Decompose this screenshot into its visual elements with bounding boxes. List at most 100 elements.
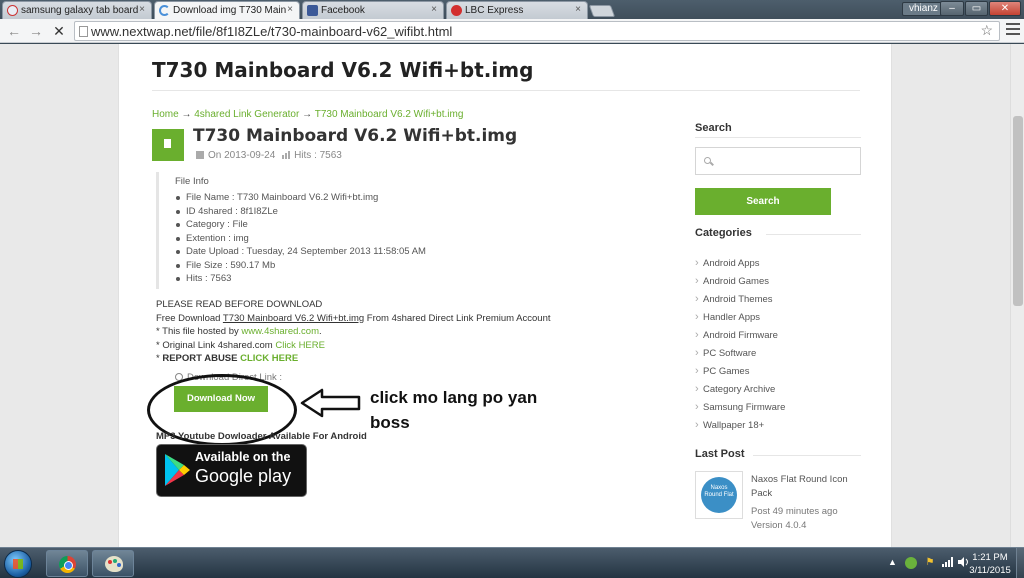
search-favicon-icon	[7, 5, 18, 16]
search-button[interactable]: Search	[695, 188, 831, 215]
notice-line: * This file hosted by www.4shared.com.	[156, 325, 551, 339]
breadcrumb-separator: →	[178, 109, 195, 120]
tab-facebook[interactable]: Facebook ×	[302, 1, 444, 19]
url-text: www.nextwap.net/file/8f1I8ZLe/t730-mainb…	[91, 24, 453, 39]
window-user-badge: vhianz	[902, 2, 945, 16]
annotation-text: click mo lang po yan boss	[370, 385, 537, 435]
lbc-icon	[451, 5, 462, 16]
category-item[interactable]: Android Apps	[695, 256, 785, 275]
calendar-icon	[196, 151, 204, 159]
start-button[interactable]	[4, 550, 32, 578]
action-center-flag-icon[interactable]: ⚑	[924, 557, 936, 569]
breadcrumb-current-link[interactable]: T730 Mainboard V6.2 Wifi+bt.img	[315, 109, 464, 120]
address-bar[interactable]: www.nextwap.net/file/8f1I8ZLe/t730-mainb…	[74, 21, 1000, 41]
taskbar-chrome[interactable]	[46, 550, 88, 577]
radio-icon[interactable]	[175, 373, 183, 381]
breadcrumb-separator: →	[299, 109, 315, 120]
category-item[interactable]: PC Games	[695, 364, 785, 383]
file-info-item: File Size : 590.17 Mb	[175, 259, 456, 273]
tab-samsung-galaxy[interactable]: samsung galaxy tab board ×	[2, 1, 152, 19]
bookmark-star-icon[interactable]: ☆	[980, 22, 993, 39]
category-item[interactable]: Category Archive	[695, 382, 785, 401]
taskbar-paint[interactable]	[92, 550, 134, 577]
search-input[interactable]	[695, 147, 861, 175]
4shared-link[interactable]: www.4shared.com	[241, 326, 319, 337]
notice-text: .	[319, 326, 322, 337]
file-name-link[interactable]: T730 Mainboard V6.2 Wifi+bt.img	[223, 313, 364, 324]
back-button[interactable]: ←	[5, 22, 23, 40]
windows-taskbar: ▲ ⚑ 1:21 PM 3/11/2015	[0, 547, 1024, 578]
tray-app-icon[interactable]	[905, 557, 917, 569]
annotation-arrow-icon	[300, 388, 361, 418]
category-item[interactable]: Handler Apps	[695, 310, 785, 329]
page-viewport: T730 Mainboard V6.2 Wifi+bt.img Home → 4…	[0, 44, 1024, 547]
original-link[interactable]: Click HERE	[275, 340, 325, 351]
file-info-list: File Name : T730 Mainboard V6.2 Wifi+bt.…	[175, 191, 456, 286]
breadcrumb-generator-link[interactable]: 4shared Link Generator	[194, 109, 299, 120]
stop-button[interactable]: ✕	[50, 22, 68, 40]
last-post-thumbnail[interactable]: Naxos Round Flat	[695, 471, 743, 519]
new-tab-button[interactable]	[588, 5, 616, 17]
post-date: On 2013-09-24	[208, 150, 276, 161]
search-divider	[695, 137, 861, 138]
last-post-heading: Last Post	[695, 448, 745, 460]
download-now-button[interactable]: Download Now	[174, 386, 268, 412]
scrollbar-thumb[interactable]	[1013, 116, 1023, 306]
category-item[interactable]: Android Themes	[695, 292, 785, 311]
show-desktop-button[interactable]	[1016, 548, 1024, 578]
tab-lbc-express[interactable]: LBC Express ×	[446, 1, 588, 19]
content-card: T730 Mainboard V6.2 Wifi+bt.img Home → 4…	[118, 44, 892, 547]
tab-close-icon[interactable]: ×	[575, 4, 581, 15]
category-item[interactable]: PC Software	[695, 346, 785, 365]
file-info-item: Hits : 7563	[175, 272, 456, 286]
post-hits: Hits : 7563	[294, 150, 342, 161]
forward-button[interactable]: →	[27, 22, 45, 40]
download-notice: PLEASE READ BEFORE DOWNLOAD Free Downloa…	[156, 298, 551, 366]
last-post-time: Post 49 minutes ago	[751, 506, 838, 517]
search-heading: Search	[695, 122, 732, 134]
page-icon	[79, 26, 88, 37]
file-info-item: Date Upload : Tuesday, 24 September 2013…	[175, 245, 456, 259]
notice-text: * Original Link 4shared.com	[156, 339, 276, 351]
report-abuse-label: REPORT ABUSE	[162, 353, 238, 364]
post-title: T730 Mainboard V6.2 Wifi+bt.img	[193, 126, 518, 146]
notice-text: * This file hosted by	[156, 326, 242, 337]
hits-bar-icon	[282, 151, 291, 162]
tray-expand-icon[interactable]: ▲	[888, 557, 897, 567]
last-post-title[interactable]: Naxos Flat Round Icon Pack	[751, 473, 871, 500]
category-item[interactable]: Samsung Firmware	[695, 400, 785, 419]
google-play-badge[interactable]: Available on the Google play	[156, 444, 307, 497]
maximize-button[interactable]: ▭	[965, 1, 988, 16]
notice-line: * REPORT ABUSE CLICK HERE	[156, 352, 551, 366]
last-post-meta: Post 49 minutes ago Version 4.0.4	[751, 505, 838, 532]
tab-label: Download img T730 Main	[173, 5, 287, 16]
annotation-line: boss	[370, 413, 410, 432]
tab-download-img[interactable]: Download img T730 Main ×	[154, 1, 300, 19]
notice-line: Free Download T730 Mainboard V6.2 Wifi+b…	[156, 312, 551, 326]
paint-icon	[105, 556, 123, 572]
clock-time[interactable]: 1:21 PM	[970, 552, 1010, 563]
file-info-item: Category : File	[175, 218, 456, 232]
network-signal-icon[interactable]	[942, 557, 954, 569]
tab-close-icon[interactable]: ×	[139, 4, 145, 15]
title-divider	[152, 90, 860, 91]
file-info-item: File Name : T730 Mainboard V6.2 Wifi+bt.…	[175, 191, 456, 205]
tab-label: LBC Express	[465, 5, 524, 16]
loading-spinner-icon	[159, 5, 170, 16]
minimize-button[interactable]: –	[940, 1, 964, 16]
tab-close-icon[interactable]: ×	[287, 4, 293, 15]
facebook-icon	[307, 5, 318, 16]
download-direct-option[interactable]: Download Direct Link :	[175, 372, 282, 383]
category-item[interactable]: Android Firmware	[695, 328, 785, 347]
report-abuse-link[interactable]: CLICK HERE	[240, 353, 298, 364]
category-item[interactable]: Android Games	[695, 274, 785, 293]
menu-hamburger-icon[interactable]	[1006, 23, 1020, 37]
last-post-version: Version 4.0.4	[751, 519, 807, 531]
category-item[interactable]: Wallpaper 18+	[695, 418, 785, 437]
close-window-button[interactable]: ✕	[989, 1, 1021, 16]
clock-date[interactable]: 3/11/2015	[965, 565, 1015, 576]
vertical-scrollbar[interactable]	[1010, 44, 1024, 547]
tab-close-icon[interactable]: ×	[431, 4, 437, 15]
breadcrumb-home-link[interactable]: Home	[152, 109, 179, 120]
annotation-line: click mo lang po yan	[370, 388, 538, 407]
